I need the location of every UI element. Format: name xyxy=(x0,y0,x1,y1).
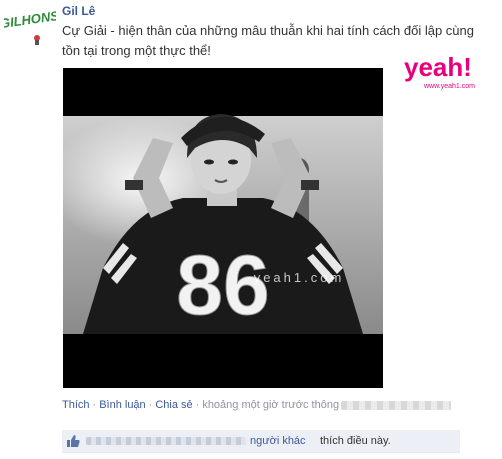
post-photo[interactable]: 86 yeah1.com xyxy=(63,68,383,388)
share-link[interactable]: Chia sẻ xyxy=(155,399,192,411)
comment-link[interactable]: Bình luận xyxy=(99,399,145,411)
separator: · xyxy=(92,399,97,411)
separator: · xyxy=(195,399,200,411)
photo-watermark: yeah1.com xyxy=(254,270,345,285)
likes-bar: người khác thích điều này. xyxy=(62,430,460,453)
author-name[interactable]: Gil Lê xyxy=(62,4,95,18)
redacted-names xyxy=(86,437,246,446)
avatar-logo: GILHONS xyxy=(0,6,60,46)
like-link[interactable]: Thích xyxy=(62,399,90,411)
brand-logo-text: yeah! xyxy=(404,52,472,82)
timestamp[interactable]: khoảng một giờ trước thông xyxy=(202,399,339,411)
brand-logo: yeah! www.yeah1.com xyxy=(402,46,494,96)
jersey-number: 86 xyxy=(176,238,269,332)
redacted-text xyxy=(341,400,452,410)
thumbs-up-icon xyxy=(67,435,80,447)
separator: · xyxy=(148,399,153,411)
likers-list: người khác xyxy=(86,430,306,452)
likes-suffix: thích điều này. xyxy=(320,435,391,447)
post-actions: Thích · Bình luận · Chia sẻ · khoảng một giờ t… xyxy=(62,399,452,411)
avatar[interactable]: GILHONS xyxy=(0,6,60,46)
brand-logo-subtext: www.yeah1.com xyxy=(423,83,475,90)
others-link[interactable]: người khác xyxy=(250,435,306,447)
